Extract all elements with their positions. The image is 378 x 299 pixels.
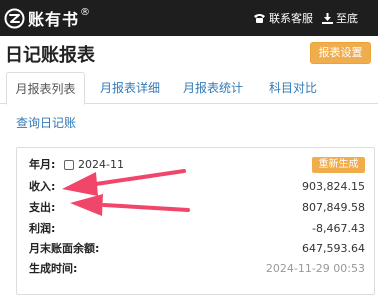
registered-mark: ® (80, 6, 91, 18)
generated-time-row: 生成时间: 2024-11-29 00:53 (29, 260, 365, 278)
contact-support-label: 联系客服 (269, 12, 313, 25)
month-end-balance-label: 月末账面余额: (29, 242, 100, 255)
scroll-to-bottom-link[interactable]: 至底 (322, 10, 358, 26)
month-row: 年月: 2024-11 重新生成 (29, 156, 365, 174)
scroll-to-bottom-label: 至底 (336, 12, 358, 25)
top-navigation-bar: 账有书 ® 联系客服 至底 (0, 0, 378, 36)
monthly-report-card: 年月: 2024-11 重新生成 收入: 903,824.15 支出: 807,… (16, 147, 375, 295)
brand-name: 账有书 (28, 10, 80, 29)
generated-time-value: 2024-11-29 00:53 (265, 262, 365, 275)
generated-time-label: 生成时间: (29, 262, 78, 275)
report-settings-button[interactable]: 报表设置 (310, 42, 371, 64)
income-row: 收入: 903,824.15 (29, 178, 365, 196)
tab-monthly-report-detail[interactable]: 月报表详细 (100, 72, 160, 104)
logo-icon (4, 8, 25, 28)
page-title: 日记账报表 (5, 45, 95, 66)
month-selector: 2024-11 (64, 156, 124, 174)
report-tabs: 月报表列表 月报表详细 月报表统计 科目对比 (0, 72, 378, 105)
expense-row: 支出: 807,849.58 (29, 199, 365, 217)
contact-support-link[interactable]: 联系客服 (253, 10, 313, 26)
expense-label: 支出: (29, 201, 56, 214)
tab-monthly-report-statistics[interactable]: 月报表统计 (183, 72, 243, 104)
income-value: 903,824.15 (302, 180, 365, 193)
tab-monthly-report-list[interactable]: 月报表列表 (6, 72, 85, 105)
profit-value: -8,467.43 (312, 222, 365, 235)
income-label: 收入: (29, 180, 56, 193)
tab-subject-comparison[interactable]: 科目对比 (269, 72, 317, 104)
query-journal-link[interactable]: 查询日记账 (16, 114, 76, 131)
regenerate-button[interactable]: 重新生成 (312, 157, 365, 173)
month-end-balance-row: 月末账面余额: 647,593.64 (29, 240, 365, 258)
month-value: 2024-11 (78, 158, 124, 171)
profit-row: 利润: -8,467.43 (29, 220, 365, 238)
profit-label: 利润: (29, 222, 56, 235)
checkbox-icon[interactable] (64, 160, 74, 170)
brand-logo[interactable]: 账有书 ® (4, 6, 90, 30)
month-label: 年月: (29, 158, 56, 171)
phone-icon (254, 13, 265, 23)
month-end-balance-value: 647,593.64 (302, 242, 365, 255)
download-icon (322, 12, 333, 24)
expense-value: 807,849.58 (302, 201, 365, 214)
